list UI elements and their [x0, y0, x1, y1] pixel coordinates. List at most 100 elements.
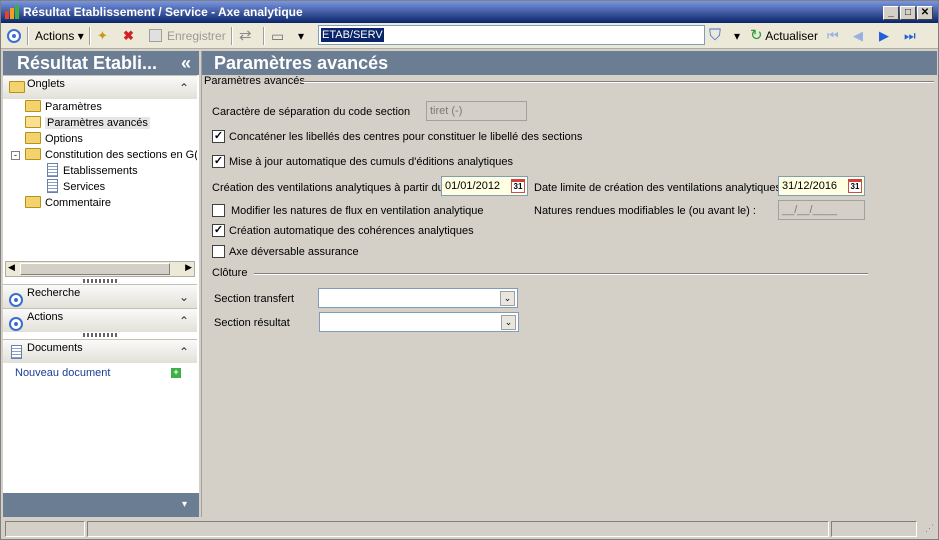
group-divider [302, 81, 934, 83]
limit-date-value: 31/12/2016 [782, 180, 838, 192]
folder-icon [25, 148, 41, 160]
previous-record-icon[interactable]: ◀ [853, 26, 863, 46]
actions-section-header[interactable]: Actions ⌃ [3, 308, 197, 332]
refresh-label: Actualiser [765, 29, 818, 43]
tree-item-label: Paramètres [45, 101, 102, 113]
natures-date-field[interactable]: __/__/____ [778, 200, 865, 220]
documents-section-header[interactable]: Documents ⌃ [3, 339, 197, 363]
next-record-icon[interactable]: ▶ [879, 26, 889, 46]
footer-chevron-down-icon[interactable]: ▾ [182, 499, 187, 510]
save-icon [149, 29, 162, 42]
collapse-node-icon[interactable]: - [11, 151, 20, 160]
splitter-grip[interactable] [83, 279, 117, 283]
app-icon [5, 5, 19, 19]
onglets-section-header[interactable]: Onglets ⌃ [3, 75, 197, 99]
limit-date-field[interactable]: 31/12/2016 31 [778, 176, 865, 196]
toolbar-separator [89, 27, 91, 45]
minimize-button[interactable]: _ [883, 6, 899, 20]
print-icon[interactable]: ▭ [271, 26, 284, 46]
refresh-button[interactable]: ↻ Actualiser [750, 26, 818, 46]
filter-icon[interactable]: ⛉ [709, 26, 721, 46]
chevron-down-icon: ▾ [77, 29, 84, 43]
natures-label: Natures rendues modifiables le (ou avant… [534, 205, 756, 217]
filter-dropdown-icon[interactable]: ▾ [734, 26, 740, 46]
document-icon [47, 179, 58, 193]
collapse-panel-icon[interactable]: « [181, 51, 191, 75]
tree-item-label: Options [45, 133, 83, 145]
toolbar-separator [263, 27, 265, 45]
tree-item-constitution[interactable]: - Constitution des sections en G( [11, 147, 197, 163]
double-chevron-down-icon[interactable]: ⌄ [500, 291, 515, 306]
tree-horizontal-scrollbar[interactable]: ◀ ▶ [5, 261, 195, 277]
check-icon: ✓ [213, 224, 224, 236]
recherche-title: Recherche [27, 287, 81, 299]
left-panel-header: Résultat Etabli... « [3, 51, 199, 75]
cloture-divider [254, 273, 868, 275]
tree-item-parametres-avances[interactable]: Paramètres avancés [25, 115, 150, 131]
scroll-left-icon[interactable]: ◀ [8, 262, 15, 273]
close-button[interactable]: ✕ [917, 6, 933, 20]
auto-coherence-checkbox[interactable]: ✓ [212, 224, 225, 237]
double-chevron-down-icon[interactable]: ⌄ [501, 315, 516, 330]
toolbar: Actions ▾ ✦ ✖ Enregistrer ⇄ ▭ ▾ ETAB/SER… [1, 23, 938, 49]
scroll-thumb[interactable] [20, 263, 170, 275]
print-dropdown-icon[interactable]: ▾ [298, 26, 304, 46]
actions-circle-icon [9, 317, 23, 331]
open-folder-icon [25, 116, 41, 128]
folder-icon [25, 132, 41, 144]
last-record-icon[interactable]: ⏭ [904, 26, 916, 46]
separator-field[interactable]: tiret (-) [426, 101, 527, 121]
record-combo-value: ETAB/SERV [321, 28, 384, 42]
add-document-icon[interactable]: + [171, 368, 181, 378]
chevron-up-icon: ⌃ [178, 81, 189, 95]
main-window: Résultat Etablissement / Service - Axe a… [0, 0, 939, 540]
modify-flux-label: Modifier les natures de flux en ventilat… [231, 205, 484, 217]
calendar-icon[interactable]: 31 [848, 179, 862, 193]
refresh-icon: ↻ [750, 27, 763, 44]
toolbar-separator [231, 27, 233, 45]
tree-item-label: Paramètres avancés [45, 117, 150, 129]
tree-item-services[interactable]: Services [47, 179, 105, 195]
transfer-select[interactable]: ⌄ [318, 288, 518, 308]
axe-assurance-checkbox[interactable] [212, 245, 225, 258]
splitter-grip[interactable] [83, 333, 117, 337]
document-icon [11, 345, 22, 359]
navigation-circle-icon[interactable] [7, 26, 21, 46]
creation-date-label: Création des ventilations analytiques à … [212, 182, 444, 194]
new-document-link[interactable]: Nouveau document [15, 367, 110, 379]
new-record-icon[interactable]: ✦ [97, 26, 108, 46]
recherche-section-header[interactable]: Recherche ⌄ [3, 284, 197, 308]
sync-icon[interactable]: ⇄ [239, 26, 252, 46]
tree-item-etablissements[interactable]: Etablissements [47, 163, 138, 179]
content-panel: Paramètres avancés Paramètres avancés Ca… [201, 51, 937, 517]
auto-coherence-label: Création automatique des cohérences anal… [229, 225, 474, 237]
tree-item-options[interactable]: Options [25, 131, 83, 147]
tree-item-parametres[interactable]: Paramètres [25, 99, 102, 115]
update-checkbox[interactable]: ✓ [212, 155, 225, 168]
maximize-button[interactable]: □ [900, 6, 916, 20]
documents-title: Documents [27, 342, 83, 354]
chevron-down-icon: ⌄ [178, 290, 189, 304]
creation-date-field[interactable]: 01/01/2012 31 [441, 176, 528, 196]
scroll-right-icon[interactable]: ▶ [185, 262, 192, 273]
resize-grip-icon[interactable]: ⋰ [925, 523, 934, 534]
update-label: Mise à jour automatique des cumuls d'édi… [229, 156, 513, 168]
first-record-icon[interactable]: ⏮ [827, 26, 839, 46]
record-combo[interactable]: ETAB/SERV [318, 25, 705, 45]
left-panel-footer: ▾ [3, 493, 199, 517]
concat-checkbox[interactable]: ✓ [212, 130, 225, 143]
result-label: Section résultat [214, 317, 290, 329]
content-header: Paramètres avancés [202, 51, 937, 75]
result-select[interactable]: ⌄ [319, 312, 519, 332]
delete-icon[interactable]: ✖ [123, 26, 134, 46]
tree-item-commentaire[interactable]: Commentaire [25, 195, 111, 211]
tree-item-label: Services [63, 181, 106, 193]
modify-flux-checkbox[interactable] [212, 204, 225, 217]
toolbar-separator [27, 27, 29, 45]
save-button[interactable]: Enregistrer [149, 26, 226, 46]
calendar-icon[interactable]: 31 [511, 179, 525, 193]
separator-label: Caractère de séparation du code section [212, 106, 411, 118]
folder-icon [9, 81, 25, 93]
actions-menu-button[interactable]: Actions ▾ [35, 26, 84, 46]
folder-icon [25, 100, 41, 112]
